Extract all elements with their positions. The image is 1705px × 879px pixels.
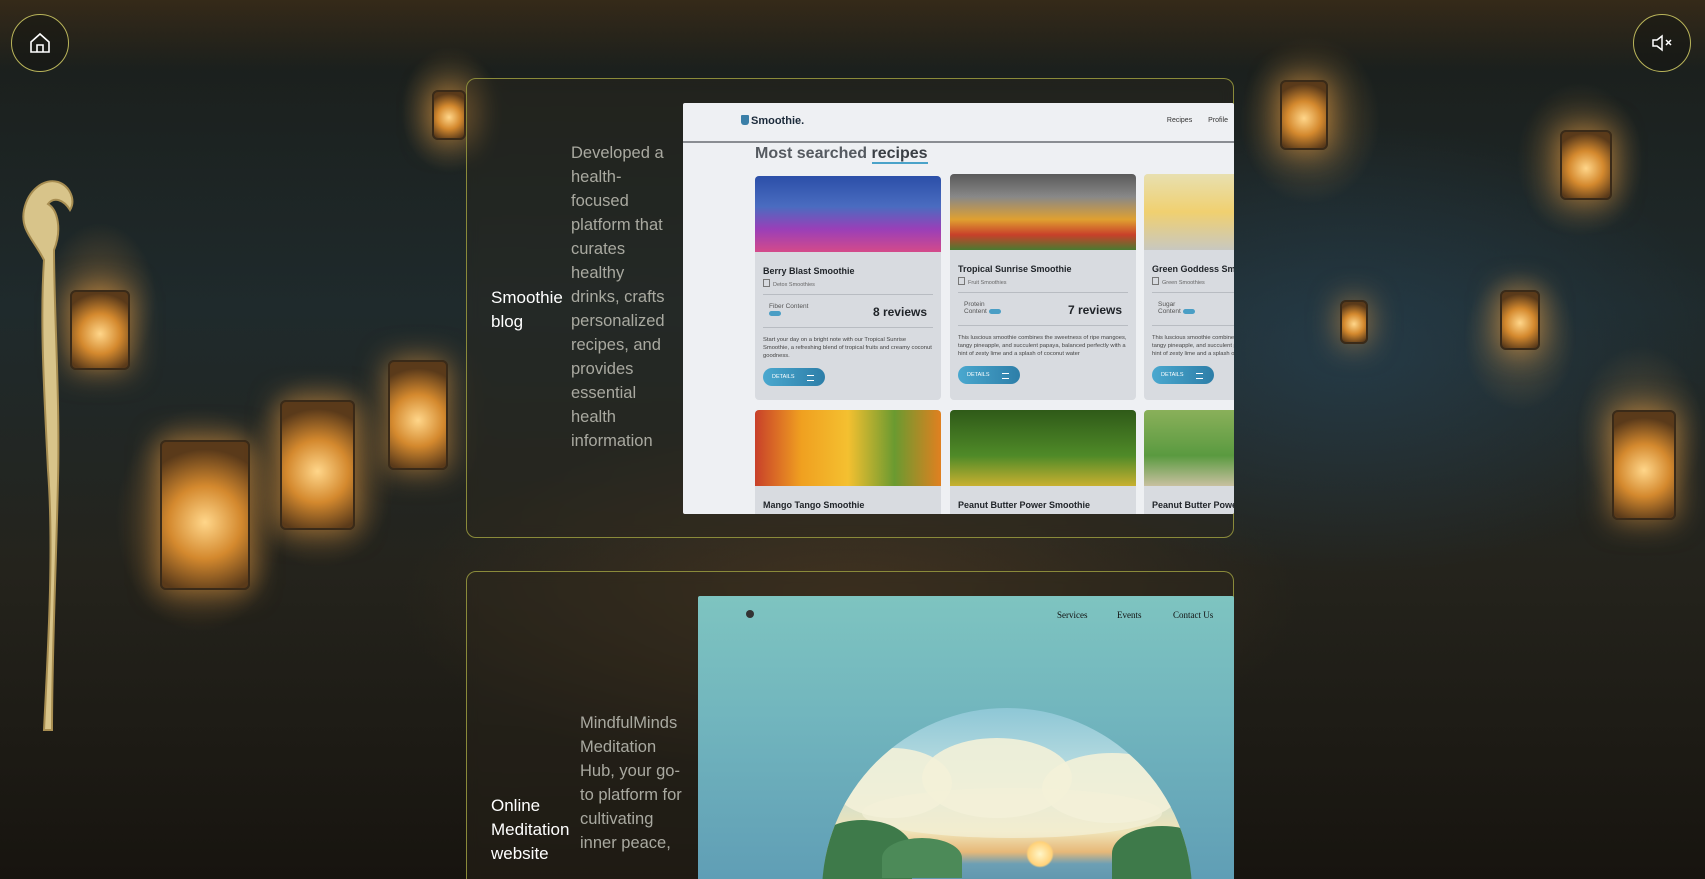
- home-button[interactable]: [11, 14, 69, 72]
- project-description: Developed a health-focused platform that…: [571, 144, 665, 450]
- lantern-decoration: [1280, 80, 1328, 150]
- speaker-muted-icon: [1652, 34, 1672, 52]
- hero-landscape-image: [822, 708, 1192, 879]
- project-title: Smoothie blog: [491, 288, 563, 331]
- wooden-staff-decoration: [22, 180, 74, 731]
- preview-recipe-card: Peanut Butter Power Smoothie: [950, 410, 1136, 514]
- project-description: MindfulMinds Meditation Hub, your go-to …: [580, 714, 682, 852]
- preview-logo: Smoothie.: [741, 115, 804, 127]
- lantern-decoration: [1560, 130, 1612, 200]
- lantern-decoration: [432, 90, 466, 140]
- preview-stats-row: Protein Content 7 reviews: [958, 292, 1128, 326]
- background-canopy: [0, 0, 1705, 70]
- home-icon: [30, 32, 50, 53]
- smoothie-image: [950, 174, 1136, 250]
- lantern-decoration: [1612, 410, 1676, 520]
- preview-nav-links: Recipes Profile: [1153, 117, 1228, 124]
- smoothie-image: [950, 410, 1136, 486]
- cup-icon: [741, 115, 749, 125]
- preview-recipe-card: Green Goddess Smoothie Green Smoothies S…: [1144, 174, 1234, 400]
- preview-recipe-card: Tropical Sunrise Smoothie Fruit Smoothie…: [950, 174, 1136, 400]
- preview-nav-profile: Profile: [1208, 117, 1228, 124]
- project-card-meditation[interactable]: Online Meditation website MindfulMinds M…: [466, 571, 1234, 879]
- preview-recipe-card: Berry Blast Smoothie Detox Smoothies Fib…: [755, 176, 941, 400]
- smoothie-site-preview: Smoothie. Recipes Profile Most searched …: [683, 103, 1234, 514]
- lantern-decoration: [1340, 300, 1368, 344]
- preview-nav-services: Services: [1057, 610, 1088, 620]
- preview-nav-recipes: Recipes: [1166, 117, 1193, 124]
- preview-logo: [746, 610, 754, 618]
- smoothie-image: [1144, 174, 1234, 250]
- preview-recipe-card: Mango Tango Smoothie: [755, 410, 941, 514]
- smoothie-image: [1144, 410, 1234, 486]
- preview-heading: Most searched recipes: [755, 145, 928, 164]
- preview-details-button: DETAILS: [1152, 366, 1214, 384]
- lantern-decoration: [280, 400, 355, 530]
- preview-navbar: Smoothie. Recipes Profile: [683, 103, 1234, 143]
- preview-details-button: DETAILS: [958, 366, 1020, 384]
- lantern-decoration: [388, 360, 448, 470]
- meditation-site-preview: Services Events Contact Us: [698, 596, 1234, 879]
- lantern-decoration: [1500, 290, 1540, 350]
- preview-details-button: DETAILS: [763, 368, 825, 386]
- preview-nav-events: Events: [1117, 610, 1142, 620]
- project-title: Online Meditation website: [491, 796, 570, 863]
- smoothie-image: [755, 410, 941, 486]
- preview-stats-row: Sugar Content: [1152, 292, 1234, 326]
- preview-nav-contact: Contact Us: [1173, 610, 1214, 620]
- mute-button[interactable]: [1633, 14, 1691, 72]
- project-card-smoothie[interactable]: Smoothie blog Developed a health-focused…: [466, 78, 1234, 538]
- smoothie-image: [755, 176, 941, 252]
- preview-stats-row: Fiber Content 8 reviews: [763, 294, 933, 328]
- preview-recipe-card: Peanut Butter Power Smoothie: [1144, 410, 1234, 514]
- lantern-decoration: [70, 290, 130, 370]
- lantern-decoration: [160, 440, 250, 590]
